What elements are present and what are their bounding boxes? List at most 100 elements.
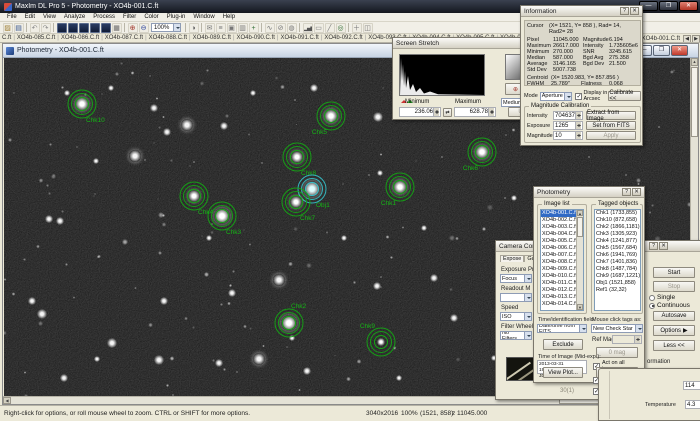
help-icon[interactable]: ? (620, 7, 629, 15)
mode-dropdown[interactable]: Aperture (540, 92, 573, 101)
menu-item-help[interactable]: Help (219, 14, 239, 20)
menu-item-filter[interactable]: Filter (119, 14, 140, 20)
tagged-object-item[interactable]: Chk7 (1401,836) (595, 259, 640, 266)
image-close-button[interactable]: ✕ (671, 45, 688, 56)
maximize-button[interactable]: ❐ (659, 1, 678, 11)
scroll-left-icon[interactable]: ◀ (3, 397, 11, 404)
quick-stretch-2-icon[interactable] (68, 23, 78, 33)
zoom-out-button-icon[interactable]: ⊖ (139, 23, 149, 33)
menu-item-plug-in[interactable]: Plug-in (163, 14, 190, 20)
tagged-object-item[interactable]: Ref1 (32,32) (595, 287, 640, 294)
scroll-up-icon[interactable]: ▲ (691, 58, 698, 66)
tagged-objects-list[interactable]: Chk1 (1733,855)Chk10 (872,658)Chk2 (1866… (594, 209, 641, 311)
display-arcsec-checkbox[interactable]: ✓ (575, 93, 582, 100)
close-icon[interactable]: ✕ (632, 188, 641, 196)
zero-mag-button[interactable]: 0 mag (596, 347, 638, 358)
tab-xo4b-092-c-ft[interactable]: XO4b-092.C.ft (322, 35, 364, 41)
undo-button-icon[interactable]: ↶ (30, 23, 40, 33)
menu-item-view[interactable]: View (39, 14, 60, 20)
menu-item-color[interactable]: Color (140, 14, 162, 20)
swap-button[interactable]: ⇄ (443, 108, 452, 117)
continuous-radio[interactable]: Continuous (649, 302, 690, 309)
night-vision-button-icon[interactable]: ◑ (189, 23, 199, 33)
clipboard-button-icon[interactable]: ▥ (238, 23, 248, 33)
tab-xo4b-086-c-ft[interactable]: XO4b-086.C.ft (59, 35, 101, 41)
minimum-input[interactable]: 236.06 (399, 107, 441, 117)
tagged-object-item[interactable]: Chk1 (1733,855) (595, 210, 640, 217)
redo-button-icon[interactable]: ↷ (41, 23, 51, 33)
view-plot-button[interactable]: View Plot... (543, 367, 583, 378)
tab-xo4b-087-c-ft[interactable]: XO4b-087.C.ft (103, 35, 145, 41)
open-file-button-icon[interactable]: ▨ (3, 23, 13, 33)
close-icon[interactable]: ✕ (659, 242, 668, 250)
information-window-button-icon[interactable]: ▭ (314, 23, 324, 33)
readout-mode-dropdown[interactable] (500, 293, 532, 302)
magnitude-input[interactable]: 10 (553, 131, 583, 140)
time-field-dropdown[interactable]: Date/time from FITS (537, 324, 587, 333)
fits-header-button-icon[interactable]: ≡ (216, 23, 226, 33)
image-list-scrollbar[interactable]: ▲ ▼ (576, 210, 583, 310)
line-profile-button-icon[interactable]: ╱ (325, 23, 335, 33)
options-button[interactable]: Options▶ (653, 325, 695, 336)
help-icon[interactable]: ? (649, 242, 658, 250)
observatory-button-icon[interactable]: ◍ (287, 23, 297, 33)
email-image-button-icon[interactable]: ✉ (205, 23, 215, 33)
menu-item-file[interactable]: File (3, 14, 21, 20)
exposure-input[interactable]: 1265 (553, 121, 583, 130)
menu-item-analyze[interactable]: Analyze (60, 14, 89, 20)
histogram-button-icon[interactable]: ▂▅▇ (303, 23, 313, 33)
screen-stretch-toggle-button-icon[interactable]: ▦ (112, 23, 122, 33)
pixel-math-button-icon[interactable]: ＋ (352, 23, 362, 33)
tagged-object-item[interactable]: Chk5 (1567,684) (595, 245, 640, 252)
stop-button[interactable]: Stop (653, 281, 695, 292)
apply-button[interactable]: Apply (586, 131, 636, 140)
image-restore-button[interactable]: ❐ (653, 45, 670, 56)
mouse-tag-dropdown[interactable]: New Check Star (591, 324, 643, 333)
extract-from-image-button[interactable]: Extract from Image (586, 111, 636, 120)
autosave-button[interactable]: Autosave (653, 311, 695, 321)
intensity-input[interactable]: 704637 (553, 111, 583, 120)
tagged-object-item[interactable]: Obj1 (1521,858) (595, 280, 640, 287)
exposure-preset-dropdown[interactable]: Focus (500, 274, 532, 283)
tab-xo4b-089-c-ft[interactable]: XO4b-089.C.ft (191, 35, 233, 41)
vertical-scroll-thumb[interactable] (691, 67, 698, 137)
graph-button-icon[interactable]: ∿ (265, 23, 275, 33)
calibrate-button[interactable]: Calibrate << (608, 91, 641, 101)
start-button[interactable]: Start (653, 267, 695, 278)
stretch-histogram[interactable] (399, 54, 485, 96)
tab-scroll-right-icon[interactable]: ▶ (692, 35, 700, 43)
speed-dropdown[interactable]: ISO (500, 312, 532, 321)
tagged-object-item[interactable]: Chk6 (1941,769) (595, 252, 640, 259)
less-button[interactable]: Less << (653, 340, 695, 351)
tagged-object-item[interactable]: Chk4 (1241,877) (595, 238, 640, 245)
zoom-level-combo[interactable]: 100% (151, 23, 181, 32)
tab-expose[interactable]: Expose (500, 255, 524, 262)
help-icon[interactable]: ? (622, 188, 631, 196)
photometry-title-bar[interactable]: Photometry ? ✕ (534, 187, 644, 198)
tagged-object-item[interactable]: Chk8 (1487,784) (595, 266, 640, 273)
set-from-fits-button[interactable]: Set from FITS (586, 121, 636, 130)
tab-xo4b-090-c-ft[interactable]: XO4b-090.C.ft (235, 35, 277, 41)
zoom-in-button-icon[interactable]: ⊕ (128, 23, 138, 33)
close-button[interactable]: ✕ (679, 1, 698, 11)
tab-xo4b-091-c-ft[interactable]: XO4b-091.C.ft (278, 35, 320, 41)
no-calibration-button-icon[interactable]: ⊘ (276, 23, 286, 33)
tagged-object-item[interactable]: Chk9 (1687,1221) (595, 273, 640, 280)
close-icon[interactable]: ✕ (630, 7, 639, 15)
single-radio[interactable]: Single (649, 294, 675, 301)
tab-xo4b-085-c-ft[interactable]: XO4b-085.C.ft (15, 35, 57, 41)
tab-xo4b-088-c-ft[interactable]: XO4b-088.C.ft (147, 35, 189, 41)
save-button-icon[interactable]: ▤ (14, 23, 24, 33)
tagged-object-item[interactable]: Chk2 (1866,1181) (595, 224, 640, 231)
filter-wheel-dropdown[interactable]: No Filters (500, 331, 532, 340)
quick-stretch-3-icon[interactable] (79, 23, 89, 33)
ref-mag-input[interactable] (612, 335, 642, 344)
menu-item-process[interactable]: Process (89, 14, 119, 20)
upper-value-input[interactable]: 114 (683, 381, 700, 390)
aperture-button-icon[interactable]: ◎ (336, 23, 346, 33)
menu-item-window[interactable]: Window (189, 14, 218, 20)
blink-button-icon[interactable]: ◫ (363, 23, 373, 33)
quick-stretch-1-icon[interactable] (57, 23, 67, 33)
temperature-input[interactable]: 4.3 (685, 400, 700, 409)
quick-stretch-4-icon[interactable] (90, 23, 100, 33)
